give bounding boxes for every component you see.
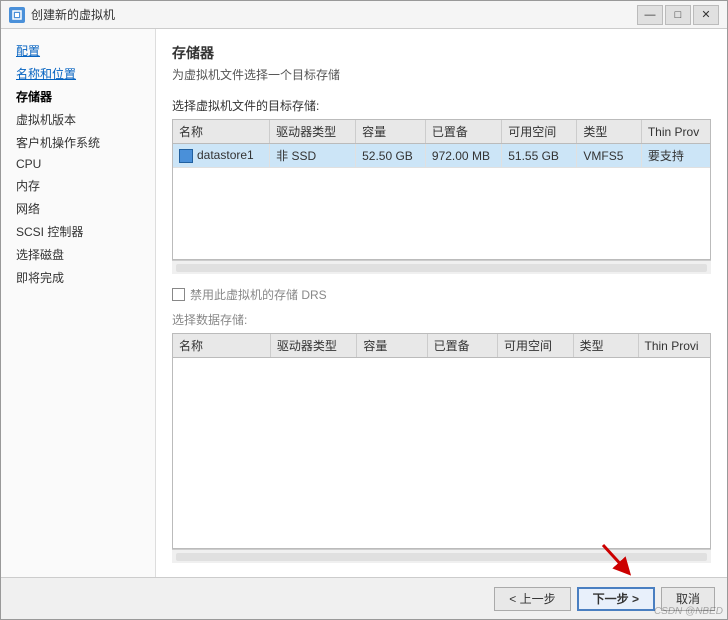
sidebar-item-cpu[interactable]: CPU <box>1 154 155 174</box>
lower-col-header-type: 类型 <box>573 334 638 358</box>
title-bar: 创建新的虚拟机 — □ ✕ <box>1 1 727 29</box>
window-icon <box>9 7 25 23</box>
table-row[interactable]: datastore1 非 SSD 52.50 GB 972.00 MB 51.5… <box>173 144 710 168</box>
upper-table-container[interactable]: 名称 驱动器类型 容量 已置备 可用空间 类型 Thin Prov datas <box>172 119 711 260</box>
upper-table-scrollbar[interactable] <box>172 260 711 274</box>
lower-table-container[interactable]: 名称 驱动器类型 容量 已置备 可用空间 类型 Thin Provi <box>172 333 711 549</box>
col-header-name: 名称 <box>173 120 270 144</box>
col-header-thin: Thin Prov <box>641 120 710 144</box>
drs-row: 禁用此虚拟机的存储 DRS <box>172 286 711 303</box>
sidebar-item-config[interactable]: 配置 <box>1 39 155 62</box>
window-title: 创建新的虚拟机 <box>31 6 637 23</box>
page-title: 存储器 <box>172 43 711 63</box>
main-window: 创建新的虚拟机 — □ ✕ 配置 名称和位置 存储器 虚拟机版本 客户机操作系统… <box>0 0 728 620</box>
minimize-button[interactable]: — <box>637 5 663 25</box>
cell-capacity: 52.50 GB <box>356 144 426 168</box>
col-header-avail: 可用空间 <box>502 120 577 144</box>
lower-col-header-prov: 已置备 <box>427 334 497 358</box>
lower-col-header-name: 名称 <box>173 334 270 358</box>
close-button[interactable]: ✕ <box>693 5 719 25</box>
cell-thin: 要支持 <box>641 144 710 168</box>
upper-table: 名称 驱动器类型 容量 已置备 可用空间 类型 Thin Prov datas <box>173 120 710 168</box>
sidebar-item-storage[interactable]: 存储器 <box>1 85 155 108</box>
page-subtitle: 为虚拟机文件选择一个目标存储 <box>172 66 711 83</box>
maximize-button[interactable]: □ <box>665 5 691 25</box>
upper-table-wrapper: 名称 驱动器类型 容量 已置备 可用空间 类型 Thin Prov datas <box>172 119 711 274</box>
col-header-driver: 驱动器类型 <box>270 120 356 144</box>
sidebar-item-finish[interactable]: 即将完成 <box>1 266 155 289</box>
sidebar-item-network[interactable]: 网络 <box>1 197 155 220</box>
cell-driver: 非 SSD <box>270 144 356 168</box>
back-button[interactable]: < 上一步 <box>494 587 570 611</box>
lower-table: 名称 驱动器类型 容量 已置备 可用空间 类型 Thin Provi <box>173 334 710 358</box>
col-header-prov: 已置备 <box>425 120 501 144</box>
col-header-type: 类型 <box>577 120 641 144</box>
sidebar-item-name-location[interactable]: 名称和位置 <box>1 62 155 85</box>
lower-col-header-thin: Thin Provi <box>638 334 710 358</box>
upper-scrollbar-track <box>176 264 707 272</box>
lower-table-wrapper: 名称 驱动器类型 容量 已置备 可用空间 类型 Thin Provi <box>172 333 711 563</box>
main-content: 存储器 为虚拟机文件选择一个目标存储 选择虚拟机文件的目标存储: 名称 驱动器类… <box>156 29 727 577</box>
next-button[interactable]: 下一步 > <box>577 587 655 611</box>
lower-col-header-cap: 容量 <box>357 334 427 358</box>
lower-col-header-avail: 可用空间 <box>497 334 573 358</box>
drs-label: 禁用此虚拟机的存储 DRS <box>190 286 327 303</box>
lower-table-label: 选择数据存储: <box>172 311 711 328</box>
sidebar-item-scsi[interactable]: SCSI 控制器 <box>1 220 155 243</box>
window-controls: — □ ✕ <box>637 5 719 25</box>
cell-name: datastore1 <box>173 144 270 168</box>
lower-col-header-driver: 驱动器类型 <box>270 334 357 358</box>
watermark: CSDN @NBED <box>654 606 723 617</box>
sidebar-item-guest-os[interactable]: 客户机操作系统 <box>1 131 155 154</box>
sidebar-item-memory[interactable]: 内存 <box>1 174 155 197</box>
col-header-cap: 容量 <box>356 120 426 144</box>
footer: < 上一步 下一步 > 取消 CSDN @NBED <box>1 577 727 619</box>
sidebar-item-vm-version[interactable]: 虚拟机版本 <box>1 108 155 131</box>
upper-table-label: 选择虚拟机文件的目标存储: <box>172 97 711 114</box>
lower-scrollbar-track <box>176 553 707 561</box>
drs-checkbox[interactable] <box>172 288 185 301</box>
cell-type: VMFS5 <box>577 144 641 168</box>
sidebar-item-select-disk[interactable]: 选择磁盘 <box>1 243 155 266</box>
cell-provisioned: 972.00 MB <box>425 144 501 168</box>
cell-available: 51.55 GB <box>502 144 577 168</box>
sidebar: 配置 名称和位置 存储器 虚拟机版本 客户机操作系统 CPU 内存 网络 SCS… <box>1 29 156 577</box>
lower-table-scrollbar[interactable] <box>172 549 711 563</box>
content-area: 配置 名称和位置 存储器 虚拟机版本 客户机操作系统 CPU 内存 网络 SCS… <box>1 29 727 577</box>
